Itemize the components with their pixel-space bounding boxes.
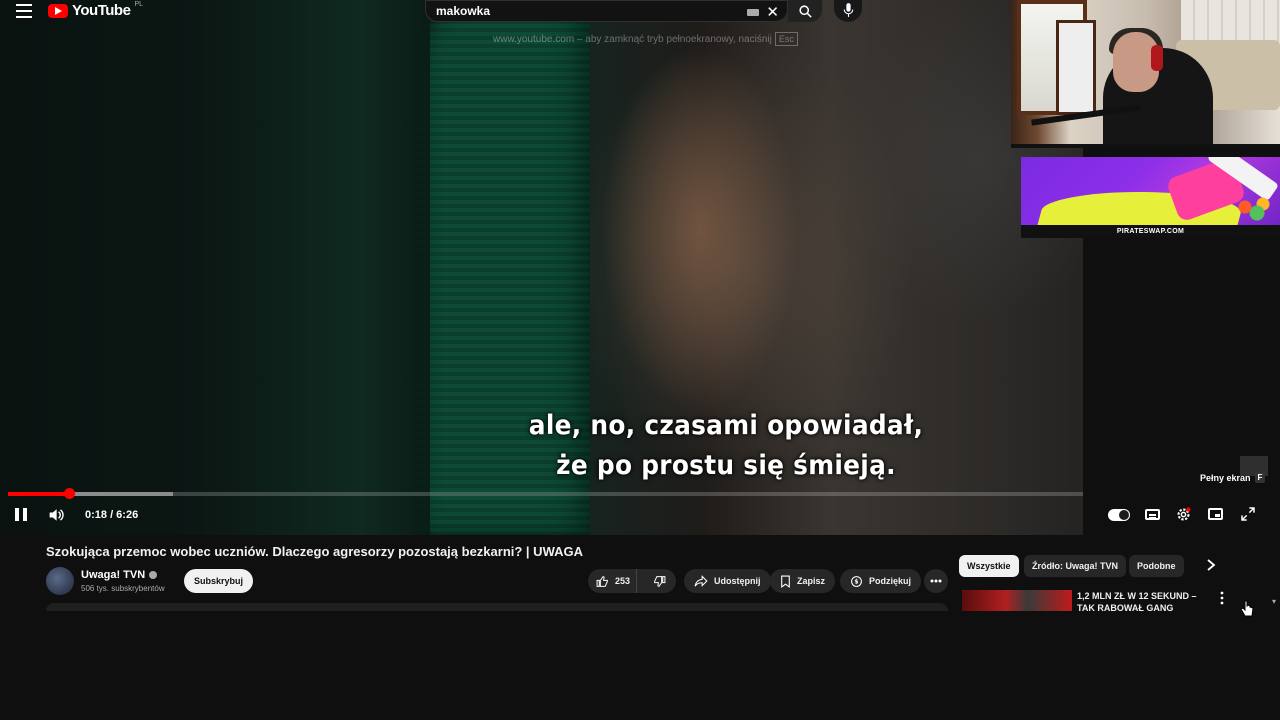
banner-shape-fruit <box>1233 195 1273 225</box>
super-thanks-icon: $ <box>851 575 862 587</box>
fullscreen-tooltip-text: Pełny ekran <box>1200 472 1251 483</box>
sponsor-banner: PIRATESWAP.COM <box>1021 157 1280 238</box>
chip-all[interactable]: Wszystkie <box>959 555 1019 577</box>
subtitles-icon[interactable] <box>1145 509 1160 520</box>
logo-region: PL <box>134 1 143 8</box>
pause-icon[interactable] <box>15 508 27 521</box>
video-title: Szokująca przemoc wobec uczniów. Dlaczeg… <box>46 544 584 559</box>
thumbs-up-icon <box>596 575 608 587</box>
avatar[interactable] <box>46 567 74 595</box>
chip-source[interactable]: Źródło: Uwaga! TVN <box>1024 555 1126 577</box>
webcam-wall <box>1181 0 1280 45</box>
subtitle-line: że po prostu się śmieją. <box>556 450 896 481</box>
bookmark-icon <box>781 575 790 588</box>
gear-icon[interactable] <box>1175 506 1192 528</box>
youtube-play-icon <box>48 3 68 18</box>
recommended-thumbnail[interactable] <box>962 590 1072 611</box>
like-button[interactable]: 253 <box>588 569 637 593</box>
channel-name[interactable]: Uwaga! TVN <box>81 569 158 581</box>
webcam-window-2 <box>1056 20 1096 115</box>
miniplayer-icon[interactable] <box>1208 508 1223 520</box>
webcam-headset <box>1151 45 1163 71</box>
subscribe-button[interactable]: Subskrybuj <box>184 569 253 593</box>
close-icon[interactable]: ✕ <box>766 3 779 21</box>
share-label: Udostępnij <box>714 576 761 586</box>
recommended-title[interactable]: 1,2 MLN ZŁ W 12 SEKUND – TAK RABOWAŁ GAN… <box>1077 590 1207 611</box>
logo-text: YouTube <box>72 2 131 19</box>
verified-icon <box>149 571 158 579</box>
search-input[interactable]: makowka ✕ <box>425 0 788 22</box>
progress-played <box>8 492 70 496</box>
search-query: makowka <box>436 4 491 18</box>
svg-text:$: $ <box>854 578 858 585</box>
thumbs-down-icon <box>653 575 666 587</box>
webcam-border <box>1011 144 1280 148</box>
menu-icon[interactable] <box>16 4 32 18</box>
subtitles: ale, no, czasami opowiadał, że po prostu… <box>500 406 952 486</box>
save-label: Zapisz <box>797 576 826 586</box>
chip-related[interactable]: Podobne <box>1129 555 1184 577</box>
dislike-button[interactable] <box>643 569 676 593</box>
thanks-button[interactable]: $ Podziękuj <box>840 569 922 593</box>
banner-label-strip: PIRATESWAP.COM <box>1021 225 1280 238</box>
fullscreen-tooltip: Pełny ekran F <box>1200 472 1266 483</box>
description-box[interactable] <box>46 603 948 611</box>
channel-name-text: Uwaga! TVN <box>81 569 146 581</box>
progress-bar[interactable] <box>8 488 1083 499</box>
youtube-logo[interactable]: YouTube PL <box>48 1 143 19</box>
microphone-icon <box>843 3 853 17</box>
keyboard-icon[interactable] <box>747 9 759 16</box>
more-horizontal-icon <box>930 579 942 583</box>
search-button[interactable] <box>788 0 822 22</box>
more-vertical-icon[interactable] <box>1219 591 1225 610</box>
share-icon <box>694 575 708 587</box>
sponsor-label: PIRATESWAP.COM <box>1116 228 1185 235</box>
volume-icon[interactable] <box>48 508 64 527</box>
fullscreen-key: F <box>1254 472 1266 483</box>
autoplay-toggle[interactable] <box>1108 509 1130 521</box>
subtitle-line: ale, no, czasami opowiadał, <box>528 410 924 441</box>
more-actions-button[interactable] <box>924 569 948 593</box>
like-count: 253 <box>615 576 631 586</box>
esc-key-hint: Esc <box>774 32 798 46</box>
hand-cursor-icon <box>1240 600 1254 623</box>
subscriber-count: 506 tys. subskrybentów <box>81 584 165 593</box>
time-display: 0:18 / 6:26 <box>85 509 139 521</box>
chevron-right-icon[interactable] <box>1205 558 1217 577</box>
masthead: YouTube PL makowka ✕ <box>0 0 1010 24</box>
like-dislike-group: 253 <box>588 569 676 593</box>
voice-search-button[interactable] <box>834 0 862 22</box>
search-icon <box>798 4 812 18</box>
fullscreen-exit-hint: www.youtube.com – aby zamknąć tryb pełno… <box>493 32 798 46</box>
share-button[interactable]: Udostępnij <box>684 569 771 593</box>
fullscreen-hint-text: www.youtube.com – aby zamknąć tryb pełno… <box>493 34 772 45</box>
streamer-webcam <box>1011 0 1280 148</box>
exit-fullscreen-icon[interactable] <box>1240 506 1256 527</box>
chevron-down-icon[interactable]: ▾ <box>1272 597 1276 606</box>
save-button[interactable]: Zapisz <box>770 569 836 593</box>
thanks-label: Podziękuj <box>869 576 912 586</box>
